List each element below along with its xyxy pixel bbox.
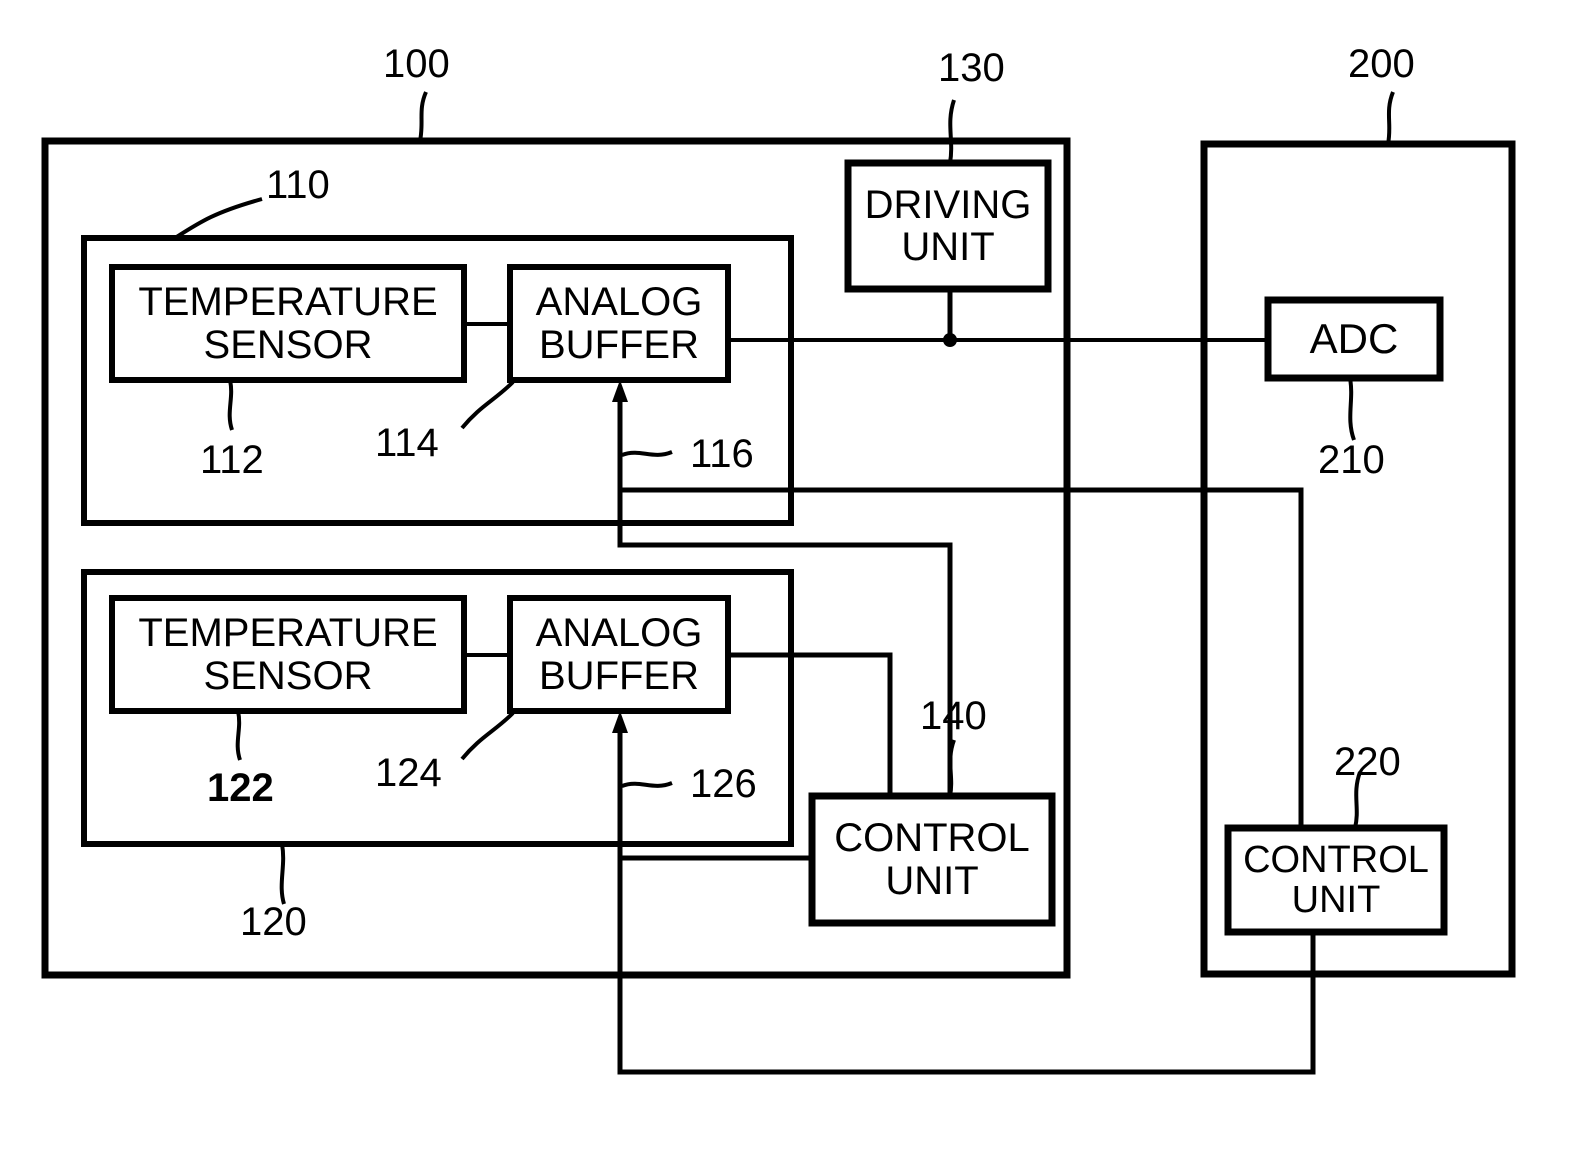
- analog-buffer-2-box: [507, 595, 731, 714]
- leader-116: [621, 450, 673, 457]
- ref-220: 220: [1334, 740, 1401, 784]
- ref-130: 130: [938, 46, 1005, 90]
- leader-124: [460, 711, 515, 761]
- diagram-vector-layer: [41, 91, 1516, 1075]
- leader-210: [1348, 377, 1356, 441]
- ref-100: 100: [383, 42, 450, 86]
- arrow-enable-1: [612, 380, 628, 402]
- ref-200: 200: [1348, 42, 1415, 86]
- ref-122: 122: [207, 766, 274, 810]
- driving-unit-box: [844, 159, 1052, 293]
- leader-126: [621, 781, 673, 788]
- ref-112: 112: [200, 438, 264, 482]
- ref-114: 114: [375, 421, 439, 465]
- temperature-sensor-2-box: [109, 595, 467, 714]
- adc-box: [1264, 296, 1444, 382]
- analog-buffer-1-box: [507, 264, 731, 383]
- ref-126: 126: [690, 762, 757, 806]
- control-unit-220-box: [1224, 824, 1448, 936]
- leader-200: [1386, 91, 1395, 145]
- leader-112: [227, 379, 234, 431]
- ref-110: 110: [266, 163, 330, 207]
- junction-dot-driving: [943, 333, 957, 347]
- outer-box-200: [1200, 140, 1516, 978]
- wire-cu140-enable1: [617, 490, 953, 796]
- figure-canvas: TEMPERATURE SENSOR ANALOG BUFFER TEMPERA…: [0, 0, 1580, 1149]
- leader-100: [418, 91, 428, 142]
- leader-114: [460, 380, 515, 430]
- leader-120: [279, 843, 286, 905]
- ref-116: 116: [690, 432, 754, 476]
- ref-124: 124: [375, 751, 442, 795]
- temperature-sensor-1-box: [109, 264, 467, 383]
- wire-cu220-down: [617, 858, 1316, 1075]
- ref-120: 120: [240, 900, 307, 944]
- leader-130: [948, 99, 956, 164]
- arrow-enable-2: [612, 711, 628, 733]
- ref-140: 140: [920, 694, 987, 738]
- leader-122: [235, 710, 242, 761]
- leader-110: [173, 197, 263, 240]
- ref-210: 210: [1318, 438, 1385, 482]
- control-unit-140-box: [808, 792, 1056, 927]
